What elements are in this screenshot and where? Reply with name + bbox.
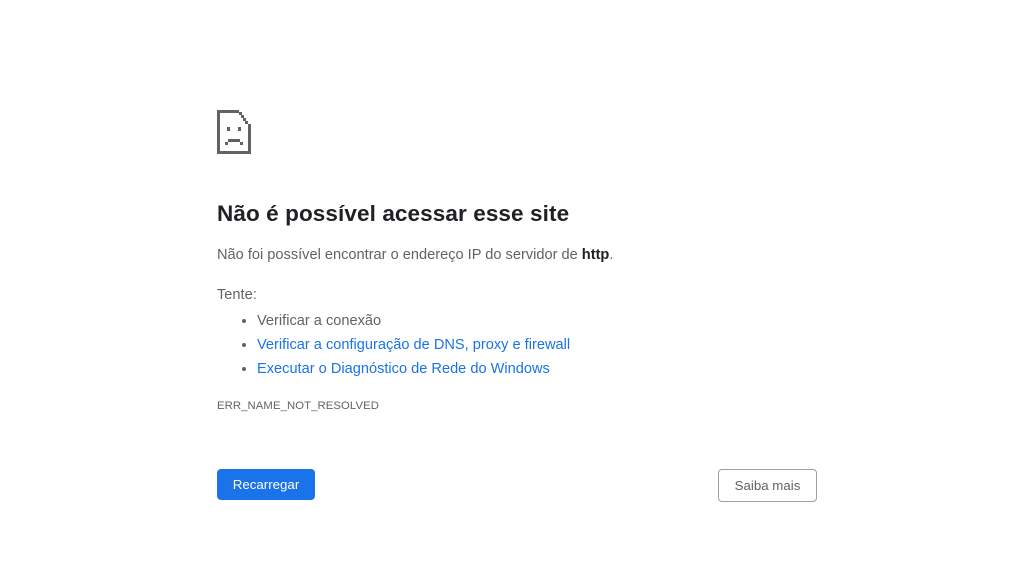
suggestion-check-connection: Verificar a conexão (257, 309, 570, 333)
suggestion-network-diagnostics: Executar o Diagnóstico de Rede do Window… (257, 357, 570, 381)
check-dns-link[interactable]: Verificar a configuração de DNS, proxy e… (257, 337, 570, 353)
network-diagnostics-link[interactable]: Executar o Diagnóstico de Rede do Window… (257, 361, 550, 377)
error-page: Não é possível acessar esse site Não foi… (0, 0, 1034, 576)
error-code: ERR_NAME_NOT_RESOLVED (217, 400, 379, 412)
sad-document-icon (217, 110, 251, 154)
error-summary: Não foi possível encontrar o endereço IP… (217, 247, 613, 263)
page-title: Não é possível acessar esse site (217, 201, 570, 226)
reload-button[interactable]: Recarregar (217, 469, 315, 500)
error-host: http (581, 247, 610, 263)
error-content: Não é possível acessar esse site Não foi… (217, 110, 817, 412)
suggestion-check-dns-proxy-firewall: Verificar a configuração de DNS, proxy e… (257, 333, 570, 357)
error-summary-text: Não foi possível encontrar o endereço IP… (217, 247, 582, 263)
suggestion-text: Verificar a conexão (257, 313, 382, 329)
details-button[interactable]: Saiba mais (718, 469, 817, 502)
suggestions-list: Verificar a conexão Verificar a configur… (217, 309, 570, 381)
error-summary-suffix: . (609, 247, 614, 263)
try-label: Tente: (217, 287, 257, 303)
